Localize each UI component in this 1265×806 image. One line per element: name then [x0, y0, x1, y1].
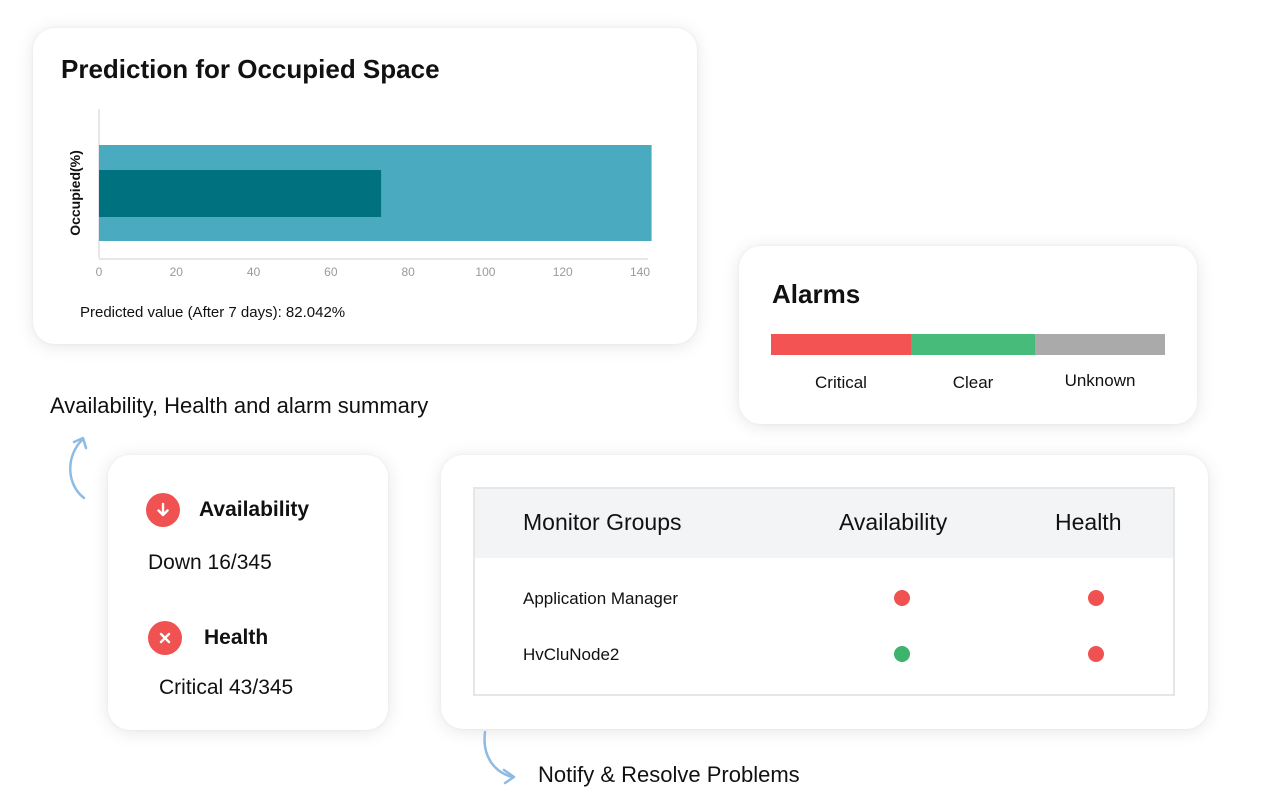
- x-tick-label: 20: [170, 265, 184, 279]
- x-tick-label: 40: [247, 265, 261, 279]
- health-status-dot: [1088, 646, 1104, 662]
- close-icon: [148, 621, 182, 655]
- x-tick-label: 120: [553, 265, 573, 279]
- x-tick-label: 140: [630, 265, 650, 279]
- health-heading: Health: [204, 626, 269, 649]
- x-tick-label: 0: [96, 265, 103, 279]
- table-header: Monitor Groups Availability Health: [475, 489, 1173, 558]
- x-tick-label: 100: [475, 265, 495, 279]
- column-header-monitor-groups: Monitor Groups: [523, 509, 682, 535]
- prediction-chart: 0 20 40 60 80 100 120 140 Occupied(%): [67, 109, 652, 279]
- monitor-groups-card: Monitor Groups Availability Health Appli…: [441, 455, 1208, 729]
- curved-arrow-right-icon: [483, 730, 516, 785]
- column-header-availability: Availability: [839, 509, 948, 535]
- monitor-group-name: HvCluNode2: [523, 645, 620, 664]
- alarms-card: Alarms Critical Clear Unknown: [739, 246, 1197, 424]
- monitor-groups-table: Monitor Groups Availability Health Appli…: [473, 487, 1175, 696]
- alarm-label-clear: Clear: [952, 373, 994, 392]
- table-row[interactable]: Application Manager: [475, 578, 1173, 618]
- prediction-footer: Predicted value (After 7 days): 82.042%: [80, 304, 346, 321]
- availability-status-dot: [894, 646, 910, 662]
- column-header-health: Health: [1055, 509, 1122, 535]
- alarm-segment-clear: [911, 334, 1035, 355]
- health-status-dot: [1088, 590, 1104, 606]
- y-axis-label: Occupied(%): [67, 150, 83, 236]
- prediction-card: Prediction for Occupied Space 0 20 40 60 80 1…: [33, 28, 697, 344]
- availability-value: Down 16/345: [148, 551, 272, 574]
- arrow-down-icon: [146, 493, 180, 527]
- alarm-segment-critical: [771, 334, 911, 355]
- curved-arrow-up-icon: [69, 436, 88, 500]
- summary-caption: Availability, Health and alarm summary: [50, 393, 429, 418]
- bar-inner: [99, 170, 382, 217]
- alarm-label-unknown: Unknown: [1064, 371, 1136, 390]
- alarm-label-critical: Critical: [815, 373, 867, 392]
- x-tick-label: 60: [324, 265, 338, 279]
- notify-caption: Notify & Resolve Problems: [538, 762, 800, 787]
- monitor-group-name: Application Manager: [523, 589, 678, 608]
- alarms-title: Alarms: [772, 279, 861, 309]
- table-row[interactable]: HvCluNode2: [475, 634, 1173, 674]
- availability-status-dot: [894, 590, 910, 606]
- health-value: Critical 43/345: [159, 676, 294, 699]
- x-tick-label: 80: [401, 265, 415, 279]
- availability-heading: Availability: [199, 498, 310, 521]
- alarm-segment-unknown: [1035, 334, 1165, 355]
- status-summary-card: Availability Down 16/345 Health Critical…: [108, 455, 388, 730]
